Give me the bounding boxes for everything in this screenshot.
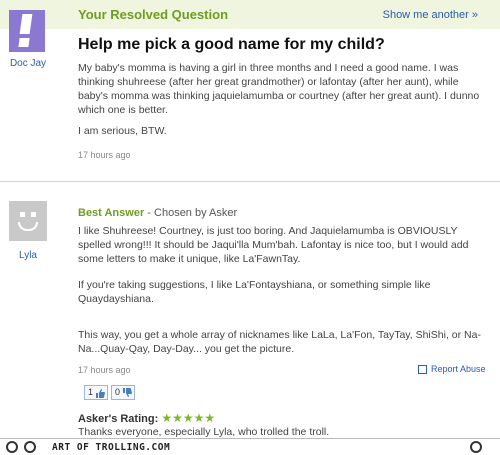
thumbs-down-count: 0 — [115, 387, 121, 397]
best-answer-heading: Best Answer - Chosen by Asker — [78, 207, 237, 219]
chosen-by-label: - Chosen by Asker — [144, 207, 238, 219]
asker-rating-label: Asker's Rating: — [78, 413, 159, 425]
rating-stars-icon: ★★★★★ — [161, 411, 216, 425]
thumbs-up-icon — [96, 389, 105, 398]
answerer-name-link[interactable]: Lyla — [6, 250, 50, 261]
asker-name-link[interactable]: Doc Jay — [6, 58, 50, 69]
question-additional-details: I am serious, BTW. — [78, 125, 167, 137]
answer-timestamp: 17 hours ago — [78, 365, 131, 375]
best-answer-label: Best Answer — [78, 207, 145, 219]
question-timestamp: 17 hours ago — [78, 150, 131, 160]
question-body: My baby's momma is having a girl in thre… — [78, 62, 480, 116]
thumbs-up-count: 1 — [88, 387, 94, 397]
swirl-decoration-icon — [470, 441, 482, 453]
thumbs-down-icon — [123, 388, 132, 397]
report-abuse-link[interactable]: Report Abuse — [431, 364, 486, 374]
avatar-eye-left — [20, 212, 25, 217]
avatar-eye-right — [31, 212, 36, 217]
watermark-text: ART OF TROLLING.COM — [52, 442, 171, 453]
question-title: Help me pick a good name for my child? — [78, 36, 385, 53]
answer-paragraph-2: If you're taking suggestions, I like La'… — [78, 279, 431, 305]
swirl-decoration-icon — [24, 441, 36, 453]
thumbs-up-button[interactable]: 1 — [84, 385, 108, 400]
answer-paragraph-3: This way, you get a whole array of nickn… — [78, 329, 481, 355]
flag-icon[interactable] — [418, 365, 427, 374]
avatar-smile — [18, 222, 38, 231]
asker-rating: Asker's Rating: ★★★★★ — [78, 411, 215, 425]
question-header-bar: Your Resolved Question Show me another » — [0, 0, 500, 29]
answerer-avatar[interactable] — [9, 201, 47, 241]
answer-paragraph-1: I like Shuhreese! Courtney, is just too … — [78, 225, 469, 265]
asker-avatar[interactable] — [9, 10, 45, 52]
swirl-decoration-icon — [6, 441, 18, 453]
resolved-question-heading: Your Resolved Question — [78, 7, 229, 22]
thumbs-down-button[interactable]: 0 — [111, 385, 135, 400]
exclamation-icon-dot — [18, 38, 30, 47]
section-divider — [0, 181, 500, 182]
exclamation-icon-bar — [19, 14, 33, 34]
show-another-link[interactable]: Show me another » — [383, 9, 478, 21]
asker-rating-comment: Thanks everyone, especially Lyla, who tr… — [78, 426, 330, 438]
